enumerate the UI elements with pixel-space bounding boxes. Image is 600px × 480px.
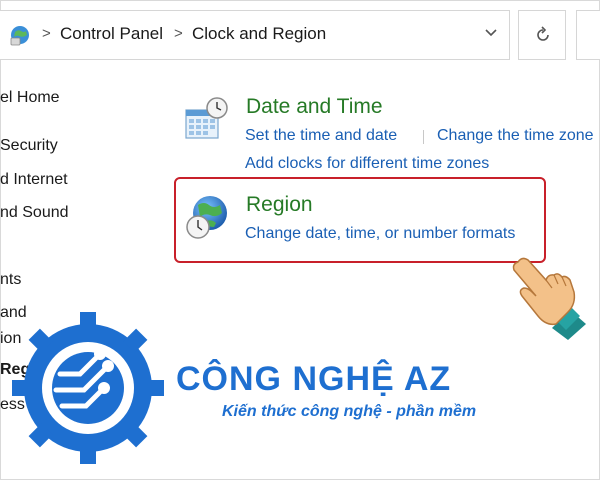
breadcrumb-chevron-icon: > — [42, 25, 51, 42]
refresh-button[interactable] — [518, 10, 566, 60]
link-change-time-zone[interactable]: Change the time zone — [437, 127, 594, 145]
globe-clock-icon[interactable] — [184, 193, 232, 241]
breadcrumb-clock-and-region[interactable]: Clock and Region — [192, 24, 326, 44]
sidebar-item-control-panel-home[interactable]: el Home — [0, 89, 60, 107]
address-bar[interactable]: > Control Panel > Clock and Region — [0, 10, 510, 60]
category-title-date-and-time[interactable]: Date and Time — [246, 95, 383, 119]
cong-nghe-az-logo — [12, 312, 164, 464]
breadcrumb-chevron-icon: > — [174, 25, 183, 42]
control-panel-icon — [10, 26, 29, 46]
sidebar-item-hardware-and-sound[interactable]: nd Sound — [0, 204, 69, 222]
breadcrumb-control-panel[interactable]: Control Panel — [60, 24, 163, 44]
chevron-down-icon[interactable] — [483, 23, 499, 43]
sidebar-item-network-and-internet[interactable]: d Internet — [0, 171, 68, 189]
sidebar-item-system-and-security[interactable]: Security — [0, 137, 58, 155]
brand-tagline: Kiến thức công nghệ - phần mềm — [222, 403, 477, 420]
pointing-hand-icon — [512, 257, 586, 340]
category-title-region[interactable]: Region — [246, 193, 313, 217]
search-box[interactable] — [576, 10, 600, 60]
calendar-clock-icon[interactable] — [184, 96, 230, 142]
link-add-clocks[interactable]: Add clocks for different time zones — [245, 155, 489, 173]
refresh-icon — [537, 26, 549, 41]
link-set-time-and-date[interactable]: Set the time and date — [245, 127, 397, 145]
brand-name: CÔNG NGHỆ AZ — [175, 359, 452, 398]
link-change-formats[interactable]: Change date, time, or number formats — [245, 225, 515, 243]
sidebar-item-user-accounts[interactable]: nts — [0, 271, 21, 289]
link-separator — [423, 130, 424, 144]
